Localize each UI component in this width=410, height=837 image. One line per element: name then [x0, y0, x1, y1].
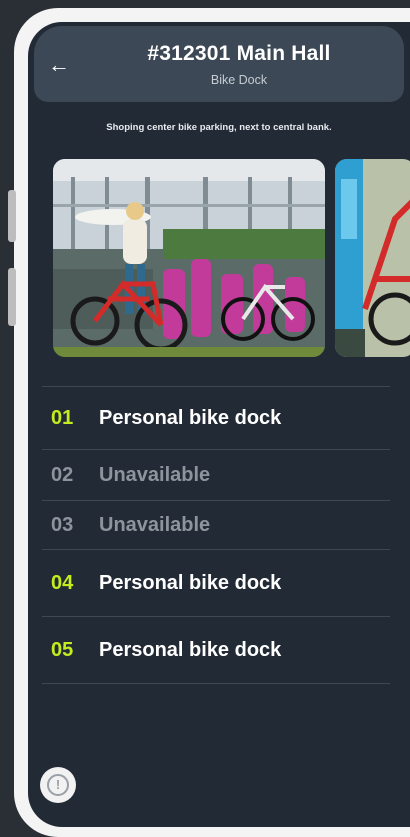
dock-number: 02 — [51, 463, 74, 486]
dock-label: Personal bike dock — [99, 406, 282, 429]
divider — [42, 683, 390, 684]
dock-row-05[interactable]: 05 Personal bike dock — [42, 617, 390, 683]
page-subtitle: Bike Dock — [210, 73, 268, 87]
info-icon: ! — [47, 774, 69, 796]
dock-label: Unavailable — [99, 463, 211, 486]
dock-number: 05 — [51, 638, 74, 661]
location-description: Shoping center bike parking, next to cen… — [106, 122, 332, 133]
dock-label: Personal bike dock — [99, 638, 282, 661]
dock-label: Unavailable — [99, 513, 211, 536]
dock-number: 01 — [51, 406, 74, 429]
dock-row-02: 02 Unavailable — [42, 450, 390, 500]
app-screen: ← #312301 Main Hall Bike Dock Shoping ce… — [28, 22, 410, 827]
bike-dock-photo-partial[interactable] — [335, 159, 410, 357]
bike-dock-photo[interactable] — [53, 159, 325, 357]
dock-row-03: 03 Unavailable — [42, 501, 390, 549]
info-button[interactable]: ! — [40, 767, 76, 803]
dock-row-04[interactable]: 04 Personal bike dock — [42, 550, 390, 616]
phone-side-button — [8, 190, 16, 242]
dock-number: 04 — [51, 571, 74, 594]
page-title: #312301 Main Hall — [147, 42, 331, 65]
photo-gallery[interactable] — [53, 159, 410, 357]
dock-number: 03 — [51, 513, 74, 536]
dock-list: 01 Personal bike dock 02 Unavailable 03 … — [42, 386, 390, 684]
phone-side-button — [8, 268, 16, 326]
arrow-left-icon[interactable]: ← — [46, 52, 72, 78]
header-bar: ← #312301 Main Hall Bike Dock — [34, 26, 404, 102]
dock-row-01[interactable]: 01 Personal bike dock — [42, 387, 390, 449]
dock-label: Personal bike dock — [99, 571, 282, 594]
